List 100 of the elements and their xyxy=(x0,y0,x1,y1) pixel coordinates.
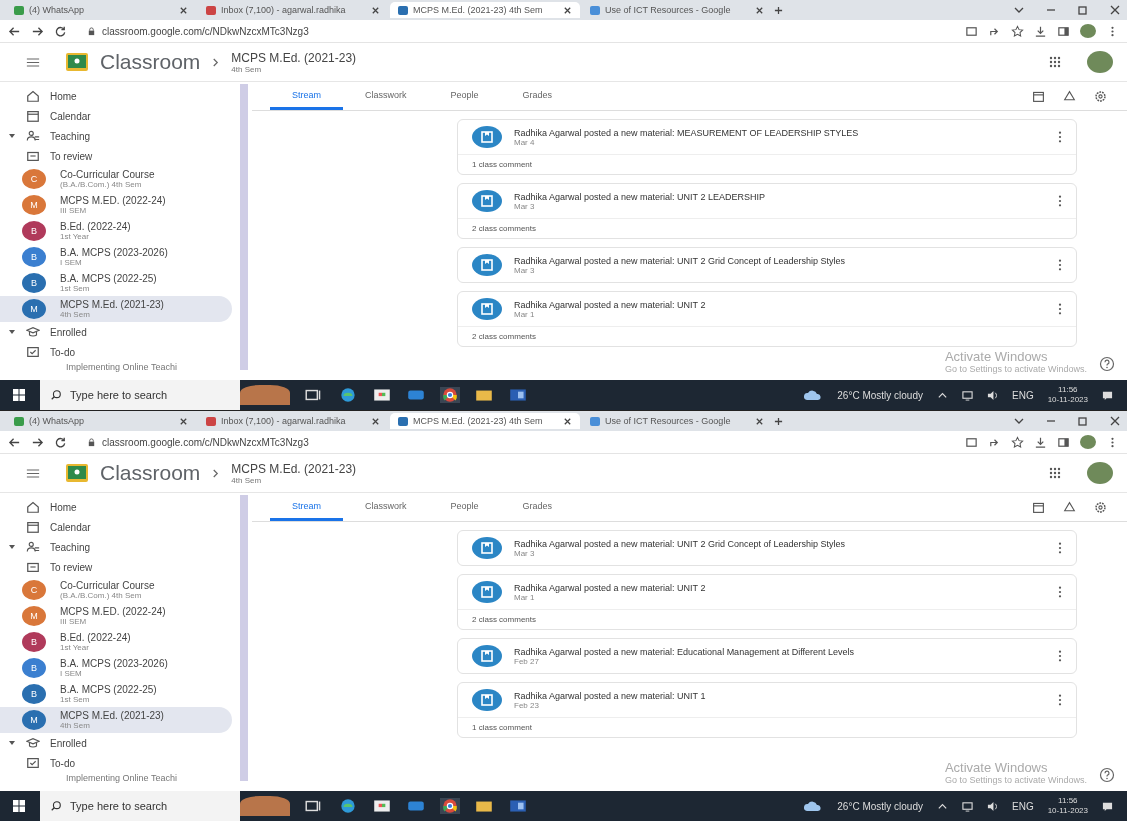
browser-tab[interactable]: Use of ICT Resources - Google xyxy=(582,413,772,429)
more-vertical-icon[interactable] xyxy=(1058,650,1062,662)
clock-time[interactable]: 11:56 xyxy=(1058,385,1078,395)
more-vertical-icon[interactable] xyxy=(1058,303,1062,315)
restore-icon[interactable] xyxy=(1077,4,1089,16)
close-icon[interactable] xyxy=(371,416,380,426)
comments-link[interactable]: 2 class comments xyxy=(458,609,1076,629)
class-tab[interactable]: Classwork xyxy=(343,82,429,110)
post-card[interactable]: Radhika Agarwal posted a new material: UNIT 2 Mar 1 2 class comments xyxy=(457,291,1077,347)
chrome-icon[interactable] xyxy=(440,387,460,403)
post-card[interactable]: Radhika Agarwal posted a new material: MEASUREMENT OF LEADERSHIP STYLES Mar 4 1 class comment xyxy=(457,119,1077,175)
comments-link[interactable]: 2 class comments xyxy=(458,326,1076,346)
class-tab[interactable]: Grades xyxy=(500,493,575,521)
class-item[interactable]: M MCPS M.Ed. (2021-23) 4th Sem xyxy=(0,296,232,322)
class-tab[interactable]: People xyxy=(428,82,501,110)
nav-item[interactable]: To-do xyxy=(0,342,238,362)
nav-item[interactable]: Calendar xyxy=(0,106,238,126)
post-card[interactable]: Radhika Agarwal posted a new material: UNIT 2 Grid Concept of Leadership Styles Mar 3 xyxy=(457,530,1077,566)
caret-icon[interactable] xyxy=(8,132,16,140)
browser-tab[interactable]: (4) WhatsApp xyxy=(6,2,196,18)
calendar-icon[interactable] xyxy=(1032,89,1045,103)
close-icon[interactable] xyxy=(563,416,572,426)
post-card[interactable]: Radhika Agarwal posted a new material: UNIT 2 LEADERSHIP Mar 3 2 class comments xyxy=(457,183,1077,239)
more-vertical-icon[interactable] xyxy=(1058,131,1062,143)
menu-icon[interactable] xyxy=(26,56,40,68)
class-item[interactable]: M MCPS M.ED. (2022-24) III SEM xyxy=(0,603,232,629)
browser-tab[interactable]: Inbox (7,100) - agarwal.radhika xyxy=(198,2,388,18)
word-icon[interactable] xyxy=(508,798,528,814)
nav-item[interactable]: To review xyxy=(0,557,238,577)
calendar-icon[interactable] xyxy=(1032,500,1045,514)
close-icon[interactable] xyxy=(755,416,764,426)
class-item[interactable]: B B.A. MCPS (2023-2026) I SEM xyxy=(0,655,232,681)
profile-avatar[interactable] xyxy=(1087,462,1113,484)
profile-avatar[interactable] xyxy=(1080,435,1096,449)
download-icon[interactable] xyxy=(1034,24,1047,38)
class-item[interactable]: Implementing Online Teachi xyxy=(0,362,238,372)
post-title[interactable]: Radhika Agarwal posted a new material: Educational Management at Different Levels xyxy=(514,646,1046,657)
post-title[interactable]: Radhika Agarwal posted a new material: UNIT 2 xyxy=(514,582,1046,593)
side-panel-icon[interactable] xyxy=(1057,24,1070,38)
more-vertical-icon[interactable] xyxy=(1058,542,1062,554)
side-panel-icon[interactable] xyxy=(1057,435,1070,449)
class-item[interactable]: C Co-Curricular Course (B.A./B.Com.) 4th Sem xyxy=(0,166,232,192)
help-icon[interactable] xyxy=(1099,356,1115,372)
class-tab[interactable]: People xyxy=(428,493,501,521)
nav-item[interactable]: To-do xyxy=(0,753,238,773)
settings-icon[interactable] xyxy=(1094,89,1107,103)
post-card[interactable]: Radhika Agarwal posted a new material: UNIT 2 Grid Concept of Leadership Styles Mar 3 xyxy=(457,247,1077,283)
settings-icon[interactable] xyxy=(1094,500,1107,514)
speaker-icon[interactable] xyxy=(987,800,998,812)
post-title[interactable]: Radhika Agarwal posted a new material: UNIT 2 Grid Concept of Leadership Styles xyxy=(514,255,1046,266)
nav-item[interactable]: Enrolled xyxy=(0,733,238,753)
profile-avatar[interactable] xyxy=(1080,24,1096,38)
class-item[interactable]: Implementing Online Teachi xyxy=(0,773,238,783)
nav-item[interactable]: Teaching xyxy=(0,537,238,557)
post-title[interactable]: Radhika Agarwal posted a new material: UNIT 2 xyxy=(514,299,1046,310)
class-item[interactable]: M MCPS M.Ed. (2021-23) 4th Sem xyxy=(0,707,232,733)
close-icon[interactable] xyxy=(755,5,764,15)
more-vertical-icon[interactable] xyxy=(1058,586,1062,598)
browser-tab[interactable]: Use of ICT Resources - Google xyxy=(582,2,772,18)
menu-icon[interactable] xyxy=(26,467,40,479)
post-card[interactable]: Radhika Agarwal posted a new material: UNIT 2 Mar 1 2 class comments xyxy=(457,574,1077,630)
store-icon[interactable] xyxy=(372,387,392,403)
notification-icon[interactable] xyxy=(1102,800,1113,812)
post-title[interactable]: Radhika Agarwal posted a new material: MEASUREMENT OF LEADERSHIP STYLES xyxy=(514,127,1046,138)
class-item[interactable]: B B.A. MCPS (2022-25) 1st Sem xyxy=(0,681,232,707)
taskbar-search-field[interactable]: Type here to search xyxy=(40,791,240,821)
nav-item[interactable]: Calendar xyxy=(0,517,238,537)
speaker-icon[interactable] xyxy=(987,389,998,401)
class-item[interactable]: B B.A. MCPS (2023-2026) I SEM xyxy=(0,244,232,270)
class-item[interactable]: B B.A. MCPS (2022-25) 1st Sem xyxy=(0,270,232,296)
nav-item[interactable]: Enrolled xyxy=(0,322,238,342)
caret-icon[interactable] xyxy=(8,543,16,551)
restore-icon[interactable] xyxy=(1077,415,1089,427)
windows-start-icon[interactable] xyxy=(12,799,26,813)
close-icon[interactable] xyxy=(179,416,188,426)
post-title[interactable]: Radhika Agarwal posted a new material: UNIT 1 xyxy=(514,690,1046,701)
word-icon[interactable] xyxy=(508,387,528,403)
class-tab[interactable]: Classwork xyxy=(343,493,429,521)
class-tab[interactable]: Stream xyxy=(270,493,343,521)
clock-date[interactable]: 10-11-2023 xyxy=(1047,395,1088,405)
browser-tab[interactable]: MCPS M.Ed. (2021-23) 4th Sem xyxy=(390,413,580,429)
close-icon[interactable] xyxy=(563,5,572,15)
help-icon[interactable] xyxy=(1099,767,1115,783)
star-icon[interactable] xyxy=(1011,435,1024,449)
comments-link[interactable]: 1 class comment xyxy=(458,154,1076,174)
nav-item[interactable]: Home xyxy=(0,497,238,517)
browser-tab[interactable]: (4) WhatsApp xyxy=(6,413,196,429)
class-item[interactable]: M MCPS M.ED. (2022-24) III SEM xyxy=(0,192,232,218)
more-vertical-icon[interactable] xyxy=(1058,195,1062,207)
clock-time[interactable]: 11:56 xyxy=(1058,796,1078,806)
close-icon[interactable] xyxy=(1109,4,1121,16)
scrollbar[interactable] xyxy=(240,495,248,781)
reload-icon[interactable] xyxy=(54,24,67,38)
notification-icon[interactable] xyxy=(1102,389,1113,401)
download-icon[interactable] xyxy=(1034,435,1047,449)
language-indicator[interactable]: ENG xyxy=(1012,389,1034,401)
close-icon[interactable] xyxy=(371,5,380,15)
nav-item[interactable]: To review xyxy=(0,146,238,166)
post-title[interactable]: Radhika Agarwal posted a new material: UNIT 2 LEADERSHIP xyxy=(514,191,1046,202)
plus-icon[interactable] xyxy=(774,5,783,15)
